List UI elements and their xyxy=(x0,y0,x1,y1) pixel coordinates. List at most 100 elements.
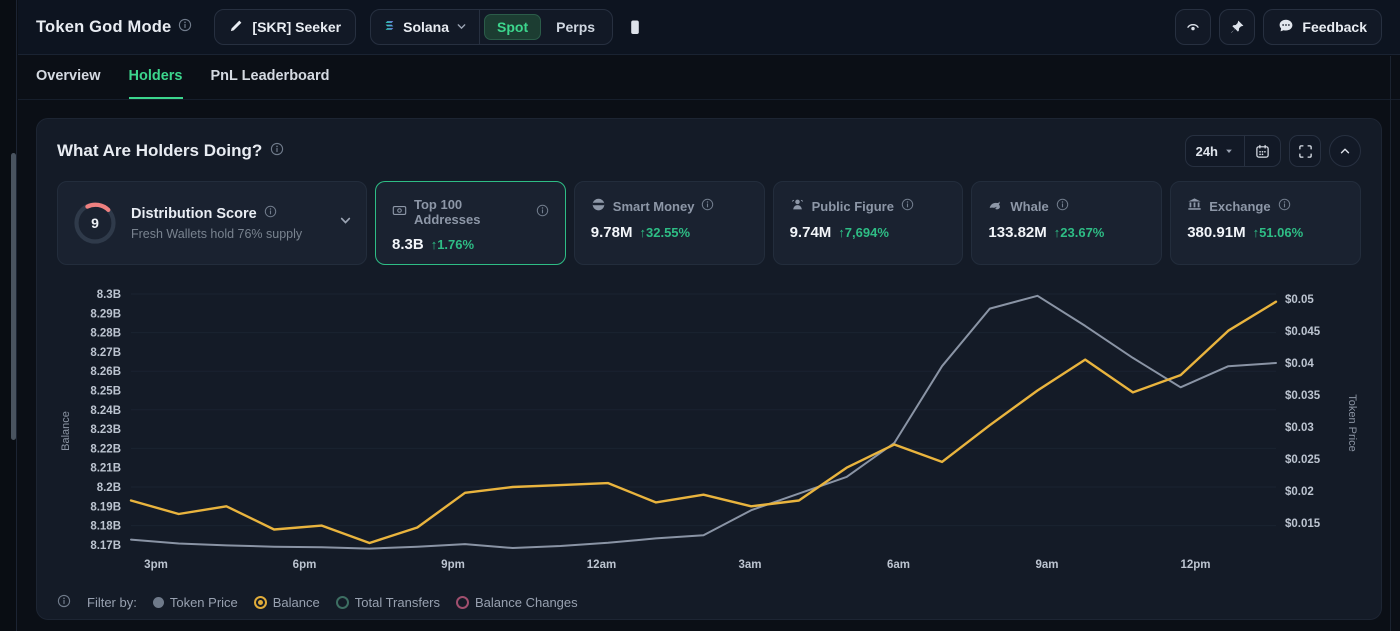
chevron-down-icon xyxy=(456,19,467,35)
svg-text:8.28B: 8.28B xyxy=(90,328,121,340)
feedback-label: Feedback xyxy=(1302,19,1367,35)
svg-text:6pm: 6pm xyxy=(293,559,317,571)
svg-text:6am: 6am xyxy=(887,559,910,571)
filter-option-total-transfers[interactable]: Total Transfers xyxy=(336,595,440,610)
stat-change: ↑23.67% xyxy=(1054,225,1105,240)
fullscreen-button[interactable] xyxy=(1289,135,1321,167)
stat-value: 9.74M xyxy=(790,224,832,241)
svg-text:8.27B: 8.27B xyxy=(90,347,121,359)
score-info-icon[interactable] xyxy=(264,205,277,222)
stat-change: ↑51.06% xyxy=(1253,225,1304,240)
stat-card-top-100-addresses[interactable]: Top 100 Addresses 8.3B ↑1.76% xyxy=(375,181,566,265)
stat-change: ↑32.55% xyxy=(640,225,691,240)
holder-stat-cards: 9 Distribution Score Fresh Wallets hold … xyxy=(57,181,1361,265)
token-selector-label: [SKR] Seeker xyxy=(252,19,341,35)
tab-holders[interactable]: Holders xyxy=(129,55,183,99)
info-icon[interactable] xyxy=(1278,198,1291,214)
stat-card-exchange[interactable]: Exchange 380.91M ↑51.06% xyxy=(1170,181,1361,265)
svg-text:9pm: 9pm xyxy=(441,559,465,571)
distribution-score-card[interactable]: 9 Distribution Score Fresh Wallets hold … xyxy=(57,181,367,265)
whale-icon xyxy=(988,197,1003,215)
chevron-up-icon xyxy=(1338,144,1352,158)
collapse-button[interactable] xyxy=(1329,135,1361,167)
holders-activity-panel: What Are Holders Doing? 24h xyxy=(36,118,1382,620)
timeframe-dropdown[interactable]: 24h xyxy=(1186,136,1244,166)
top-bar: Token God Mode [SKR] Seeker xyxy=(18,0,1400,55)
balance-radio-icon xyxy=(254,596,267,609)
filter-option-label: Balance Changes xyxy=(475,595,578,610)
svg-text:12pm: 12pm xyxy=(1180,559,1210,571)
filter-option-balance-changes[interactable]: Balance Changes xyxy=(456,595,578,610)
score-subtitle: Fresh Wallets hold 76% supply xyxy=(131,227,302,241)
watch-eye-button[interactable] xyxy=(1175,9,1211,45)
pin-button[interactable] xyxy=(1219,9,1255,45)
token-price-dot-icon xyxy=(153,597,164,608)
tab-overview[interactable]: Overview xyxy=(36,55,101,99)
svg-text:8.22B: 8.22B xyxy=(90,443,121,455)
banknote-icon xyxy=(392,203,407,221)
info-icon[interactable] xyxy=(701,198,714,214)
stat-value: 380.91M xyxy=(1187,224,1245,241)
svg-text:Balance: Balance xyxy=(60,411,72,451)
solana-icon xyxy=(383,19,396,35)
chain-market-group: Solana Spot Perps xyxy=(370,9,613,45)
feedback-button[interactable]: Feedback xyxy=(1263,9,1382,45)
title-info-icon[interactable] xyxy=(178,18,192,37)
filter-option-label: Balance xyxy=(273,595,320,610)
chain-label: Solana xyxy=(403,19,449,35)
info-icon[interactable] xyxy=(901,198,914,214)
svg-text:8.23B: 8.23B xyxy=(90,424,121,436)
stat-label: Public Figure xyxy=(812,199,894,214)
market-tab-perps[interactable]: Perps xyxy=(543,14,608,40)
stat-card-whale[interactable]: Whale 133.82M ↑23.67% xyxy=(971,181,1162,265)
svg-text:$0.025: $0.025 xyxy=(1285,454,1321,466)
fullscreen-icon xyxy=(1298,144,1313,159)
calendar-button[interactable] xyxy=(1245,136,1280,166)
page-title: Token God Mode xyxy=(36,18,171,37)
svg-text:3am: 3am xyxy=(738,559,761,571)
svg-text:8.24B: 8.24B xyxy=(90,405,121,417)
person-icon xyxy=(790,197,805,215)
filter-option-balance[interactable]: Balance xyxy=(254,595,320,610)
filter-option-label: Token Price xyxy=(170,595,238,610)
balance-changes-ring-icon xyxy=(456,596,469,609)
left-scrollbar-thumb[interactable] xyxy=(11,153,16,440)
filter-option-token-price[interactable]: Token Price xyxy=(153,595,238,610)
svg-text:3pm: 3pm xyxy=(144,559,168,571)
mobile-icon[interactable] xyxy=(627,19,643,36)
stat-value: 8.3B xyxy=(392,236,424,253)
calendar-icon xyxy=(1255,144,1270,159)
stat-change: ↑7,694% xyxy=(838,225,889,240)
svg-text:8.19B: 8.19B xyxy=(90,501,121,513)
svg-text:8.25B: 8.25B xyxy=(90,386,121,398)
svg-text:$0.03: $0.03 xyxy=(1285,422,1314,434)
tab-pnl-leaderboard[interactable]: PnL Leaderboard xyxy=(211,55,330,99)
timeframe-value: 24h xyxy=(1196,144,1218,159)
svg-text:$0.035: $0.035 xyxy=(1285,390,1321,402)
filter-by-label: Filter by: xyxy=(87,595,137,610)
info-icon[interactable] xyxy=(536,204,549,220)
svg-text:$0.04: $0.04 xyxy=(1285,358,1314,370)
market-tab-spot[interactable]: Spot xyxy=(484,14,541,40)
chevron-down-icon[interactable] xyxy=(339,214,352,232)
stat-card-public-figure[interactable]: Public Figure 9.74M ↑7,694% xyxy=(773,181,964,265)
svg-text:8.18B: 8.18B xyxy=(90,521,121,533)
panel-info-icon[interactable] xyxy=(270,142,284,161)
filter-info-icon[interactable] xyxy=(57,594,71,611)
svg-text:9am: 9am xyxy=(1035,559,1058,571)
svg-text:$0.045: $0.045 xyxy=(1285,326,1321,338)
info-icon[interactable] xyxy=(1056,198,1069,214)
holders-chart[interactable]: 8.3B8.29B8.28B8.27B8.26B8.25B8.24B8.23B8… xyxy=(57,283,1361,580)
filter-option-label: Total Transfers xyxy=(355,595,440,610)
stat-card-smart-money[interactable]: Smart Money 9.78M ↑32.55% xyxy=(574,181,765,265)
edit-pencil-icon xyxy=(229,18,244,36)
svg-text:8.17B: 8.17B xyxy=(90,540,121,552)
token-selector-button[interactable]: [SKR] Seeker xyxy=(214,9,356,45)
panel-title: What Are Holders Doing? xyxy=(57,141,262,161)
line-chart-svg[interactable]: 8.3B8.29B8.28B8.27B8.26B8.25B8.24B8.23B8… xyxy=(57,283,1359,580)
pin-icon xyxy=(1229,19,1245,35)
svg-text:$0.05: $0.05 xyxy=(1285,294,1314,306)
svg-text:Token Price: Token Price xyxy=(1346,394,1358,451)
svg-text:8.3B: 8.3B xyxy=(97,289,121,301)
chain-dropdown[interactable]: Solana xyxy=(371,10,479,44)
